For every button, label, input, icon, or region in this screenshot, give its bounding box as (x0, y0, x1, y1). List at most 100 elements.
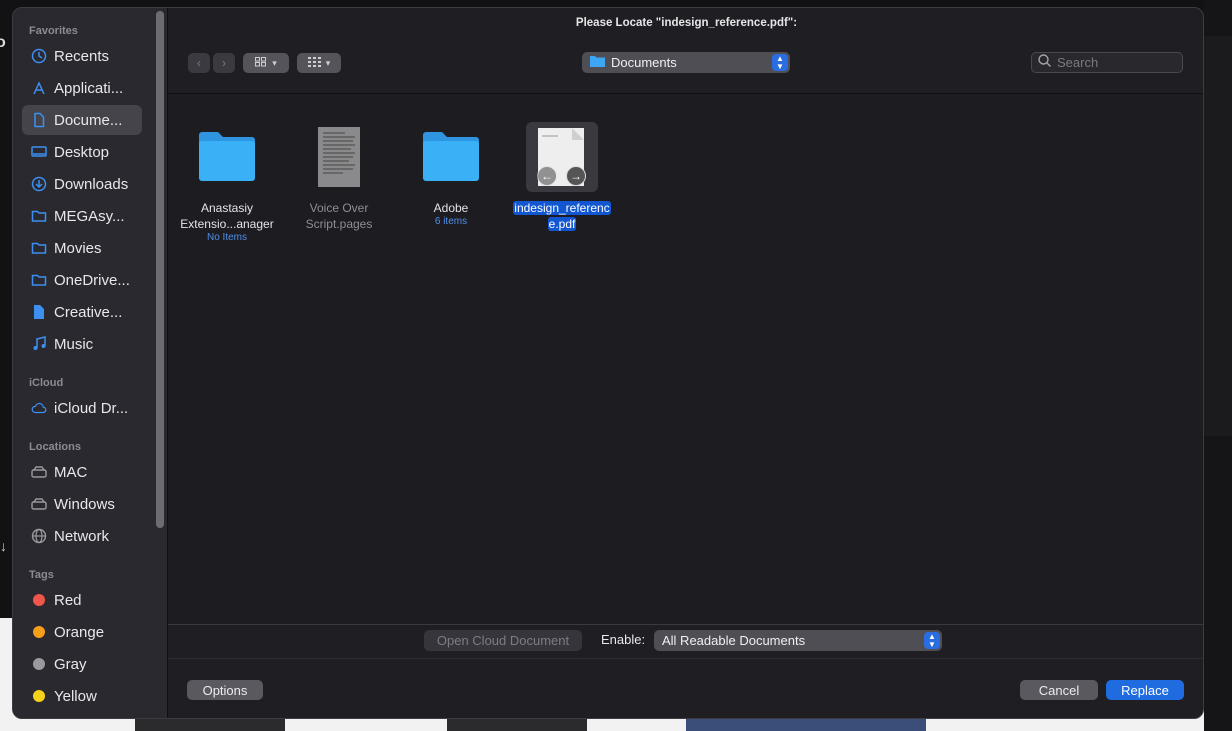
preview-back-button[interactable]: ← (537, 166, 557, 186)
sidebar-item-label: Creative... (54, 303, 123, 321)
sidebar-item-desktop[interactable]: Desktop (22, 137, 142, 167)
chevron-down-icon: ▾ (325, 57, 331, 68)
group-view-button[interactable]: ▾ (297, 53, 341, 73)
sidebar-item-downloads[interactable]: Downloads (22, 169, 142, 199)
file-browser: Anastasiy Extensio...anager No Items Voic… (168, 94, 1203, 624)
sidebar-item-label: Yellow (54, 687, 97, 705)
folder-icon (31, 272, 47, 288)
navigation-buttons: ‹ › (188, 53, 235, 73)
tag-dot-icon (31, 624, 47, 640)
sidebar-header-icloud: iCloud (29, 377, 64, 389)
sidebar-item-applications[interactable]: Applicati... (22, 73, 142, 103)
preview-forward-button[interactable]: → (566, 166, 586, 186)
main-panel: Please Locate "indesign_reference.pdf": … (168, 8, 1203, 718)
sidebar-item-tag-red[interactable]: Red (22, 585, 142, 615)
file-item-pages[interactable]: Voice Over Script.pages (283, 122, 395, 232)
file-name: indesign_referenc e.pdf (513, 201, 611, 231)
enable-label: Enable: (601, 632, 646, 647)
sidebar-item-label: OneDrive... (54, 271, 130, 289)
desktop-icon (31, 144, 47, 160)
sidebar-item-label: Applicati... (54, 79, 124, 97)
folder-icon (31, 240, 47, 256)
sidebar-header-tags: Tags (29, 569, 54, 581)
tag-dot-icon (31, 592, 47, 608)
chevron-left-icon: ‹ (197, 56, 201, 70)
sidebar-item-creative[interactable]: Creative... (22, 297, 142, 327)
options-button[interactable]: Options (187, 680, 263, 700)
sidebar-item-label: Recents (54, 47, 110, 65)
sidebar-item-label: Network (54, 527, 110, 545)
background-text: o (0, 34, 6, 51)
popup-arrows-icon: ▲ ▼ (772, 54, 788, 71)
search-input[interactable] (1057, 55, 1167, 70)
sidebar-item-label: Windows (54, 495, 115, 513)
file-subtitle: No Items (206, 232, 247, 243)
sidebar-item-label: Movies (54, 239, 102, 257)
sidebar-header-locations: Locations (29, 441, 81, 453)
file-name: Anastasiy Extensio...anager (180, 201, 274, 231)
folder-icon (31, 208, 47, 224)
tag-dot-icon (31, 656, 47, 672)
locate-file-dialog: Favorites Recents Applicati... Docume...… (12, 7, 1204, 719)
drive-icon (31, 496, 47, 512)
background-right-strip (1204, 36, 1232, 436)
folder-icon (590, 55, 605, 70)
globe-icon (31, 528, 47, 544)
sidebar-item-label: Docume... (54, 111, 123, 129)
sidebar-item-tag-yellow[interactable]: Yellow (22, 681, 142, 711)
sidebar-item-megasync[interactable]: MEGAsy... (22, 201, 142, 231)
file-item-pdf-selected[interactable]: ← → indesign_referenc e.pdf (506, 122, 618, 232)
search-icon (1038, 53, 1051, 72)
drive-icon (31, 464, 47, 480)
file-item-folder[interactable]: Adobe 6 items (395, 122, 507, 227)
sidebar-item-recents[interactable]: Recents (22, 41, 142, 71)
footer-divider (168, 624, 1203, 625)
sidebar-item-label: Red (54, 591, 82, 609)
cancel-button[interactable]: Cancel (1020, 680, 1098, 700)
open-cloud-document-button[interactable]: Open Cloud Document (424, 630, 582, 651)
sidebar-header-favorites: Favorites (29, 25, 78, 37)
sidebar-item-label: MAC (54, 463, 88, 481)
back-button[interactable]: ‹ (188, 53, 210, 73)
sidebar-item-label: iCloud Dr... (54, 399, 129, 417)
arrow-right-icon: → (570, 169, 582, 183)
clock-icon (31, 48, 47, 64)
sidebar-item-onedrive[interactable]: OneDrive... (22, 265, 142, 295)
location-popup-label: Documents (611, 55, 677, 70)
sidebar-item-movies[interactable]: Movies (22, 233, 142, 263)
location-popup[interactable]: Documents ▲ ▼ (582, 52, 790, 73)
download-icon (31, 176, 47, 192)
enable-filter-value: All Readable Documents (662, 633, 806, 648)
search-field[interactable] (1031, 52, 1183, 73)
sidebar-item-music[interactable]: Music (22, 329, 142, 359)
sidebar-item-label: Gray (54, 655, 87, 673)
sidebar-scrollbar[interactable] (156, 11, 164, 528)
sidebar-item-tag-gray[interactable]: Gray (22, 649, 142, 679)
cloud-icon (31, 400, 47, 416)
file-subtitle: 6 items (434, 216, 468, 227)
popup-arrows-icon: ▲ ▼ (924, 632, 940, 649)
sidebar: Favorites Recents Applicati... Docume...… (13, 8, 167, 718)
sidebar-item-network[interactable]: Network (22, 521, 142, 551)
footer-divider (168, 658, 1203, 659)
enable-filter-select[interactable]: All Readable Documents ▲ ▼ (654, 630, 942, 651)
folder-icon (395, 122, 507, 192)
forward-button[interactable]: › (213, 53, 235, 73)
icon-view-button[interactable]: ▾ (243, 53, 289, 73)
sidebar-item-tag-orange[interactable]: Orange (22, 617, 142, 647)
arrow-left-icon: ← (541, 169, 553, 183)
file-item-folder[interactable]: Anastasiy Extensio...anager No Items (171, 122, 283, 243)
sidebar-item-icloud-drive[interactable]: iCloud Dr... (22, 393, 142, 423)
sidebar-item-documents[interactable]: Docume... (22, 105, 142, 135)
file-name: Adobe (433, 201, 469, 215)
sidebar-item-label: Desktop (54, 143, 110, 161)
dialog-title: Please Locate "indesign_reference.pdf": (575, 17, 798, 29)
grid-icon (255, 56, 267, 70)
replace-button[interactable]: Replace (1106, 680, 1184, 700)
sidebar-item-mac[interactable]: MAC (22, 457, 142, 487)
tag-dot-icon (31, 688, 47, 704)
document-thumbnail-icon (283, 122, 395, 192)
sidebar-item-label: MEGAsy... (54, 207, 125, 225)
sidebar-item-windows[interactable]: Windows (22, 489, 142, 519)
background-arrow: ↓ (0, 538, 7, 554)
